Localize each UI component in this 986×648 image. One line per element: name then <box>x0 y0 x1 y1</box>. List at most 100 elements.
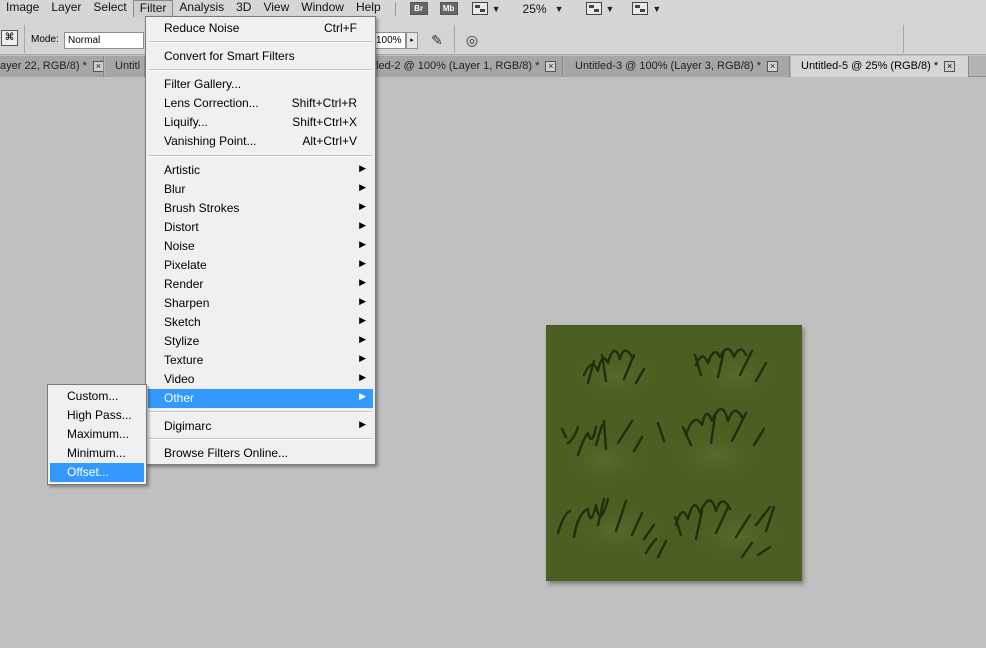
menu-item-label: Liquify... <box>164 115 208 129</box>
menu-item-label: Artistic <box>164 163 200 177</box>
tablet-pressure-icon[interactable]: ◎ <box>463 31 481 49</box>
mode-label: Mode: <box>31 34 59 45</box>
other-submenu: Custom... High Pass... Maximum... Minimu… <box>47 384 147 485</box>
menu-item-shortcut: Shift+Ctrl+R <box>291 96 357 110</box>
menu-item-label: Other <box>164 391 195 405</box>
menu-view[interactable]: View <box>257 0 295 17</box>
menu-item-sketch[interactable]: Sketch ▶ <box>148 313 373 332</box>
submenu-arrow-icon: ▶ <box>359 353 366 363</box>
divider <box>454 25 455 53</box>
menu-item-stylize[interactable]: Stylize ▶ <box>148 332 373 351</box>
menu-item-pixelate[interactable]: Pixelate ▶ <box>148 256 373 275</box>
close-icon[interactable]: × <box>944 60 956 72</box>
submenu-arrow-icon: ▶ <box>359 296 366 306</box>
tool-preset-icon[interactable]: ⌘ <box>1 30 18 46</box>
menu-item-vanishing-point[interactable]: Vanishing Point... Alt+Ctrl+V <box>148 132 373 151</box>
submenu-item-minimum[interactable]: Minimum... <box>50 444 144 463</box>
menu-item-label: Browse Filters Online... <box>164 446 289 460</box>
tab-document[interactable]: led-2 @ 100% (Layer 1, RGB/8) * × <box>376 56 563 77</box>
menu-item-label: Sketch <box>164 315 201 329</box>
menu-item-digimarc[interactable]: Digimarc ▶ <box>148 417 373 436</box>
tab-document[interactable]: Untitl <box>105 56 145 77</box>
submenu-arrow-icon: ▶ <box>359 182 366 192</box>
menu-item-lens-correction[interactable]: Lens Correction... Shift+Ctrl+R <box>148 94 373 113</box>
document-canvas[interactable] <box>546 325 802 581</box>
filter-menu: Reduce Noise Ctrl+F Convert for Smart Fi… <box>145 16 376 465</box>
mode-select[interactable]: Normal <box>64 32 144 49</box>
close-icon[interactable]: × <box>92 60 103 72</box>
submenu-item-offset[interactable]: Offset... <box>50 463 144 482</box>
menu-item-label: Stylize <box>164 334 200 348</box>
menu-separator <box>149 69 372 71</box>
menu-item-noise[interactable]: Noise ▶ <box>148 237 373 256</box>
menu-item-other[interactable]: Other ▶ <box>148 389 373 408</box>
chevron-down-icon[interactable]: ▼ <box>555 4 564 14</box>
menu-item-reduce-noise[interactable]: Reduce Noise Ctrl+F <box>148 19 373 38</box>
menu-item-label: Sharpen <box>164 296 210 310</box>
menu-item-browse-filters-online[interactable]: Browse Filters Online... <box>148 444 373 463</box>
menu-item-sharpen[interactable]: Sharpen ▶ <box>148 294 373 313</box>
submenu-arrow-icon: ▶ <box>359 419 366 429</box>
grass-texture-image <box>546 325 802 581</box>
menu-item-label: Minimum... <box>67 446 126 460</box>
menu-item-distort[interactable]: Distort ▶ <box>148 218 373 237</box>
menu-separator <box>149 41 372 43</box>
menu-analysis[interactable]: Analysis <box>173 0 230 17</box>
menu-item-label: Texture <box>164 353 204 367</box>
chevron-down-icon[interactable]: ▼ <box>652 4 661 14</box>
menu-bar: Image Layer Select Filter Analysis 3D Vi… <box>0 0 986 17</box>
tab-label: Untitled-3 @ 100% (Layer 3, RGB/8) * <box>575 60 762 72</box>
view-extras-icon[interactable] <box>471 2 488 15</box>
tab-document[interactable]: Untitled-3 @ 100% (Layer 3, RGB/8) * × <box>564 56 790 77</box>
menu-item-render[interactable]: Render ▶ <box>148 275 373 294</box>
menu-help[interactable]: Help <box>350 0 387 17</box>
bridge-button[interactable]: Br <box>409 2 428 15</box>
submenu-arrow-icon: ▶ <box>359 201 366 211</box>
flow-arrow-icon[interactable]: ▸ <box>406 32 418 49</box>
submenu-item-high-pass[interactable]: High Pass... <box>50 406 144 425</box>
screen-mode-icon[interactable] <box>632 2 649 15</box>
tab-document-active[interactable]: Untitled-5 @ 25% (RGB/8) * × <box>791 56 969 77</box>
tab-label: led-2 @ 100% (Layer 1, RGB/8) * <box>376 60 540 72</box>
menu-image[interactable]: Image <box>0 0 45 17</box>
menu-item-label: High Pass... <box>67 408 132 422</box>
menu-item-convert-smart-filters[interactable]: Convert for Smart Filters <box>148 47 373 66</box>
arrange-documents-icon[interactable] <box>585 2 602 15</box>
menu-item-label: Noise <box>164 239 195 253</box>
menu-item-video[interactable]: Video ▶ <box>148 370 373 389</box>
menu-3d[interactable]: 3D <box>230 0 257 17</box>
menu-window[interactable]: Window <box>295 0 350 17</box>
submenu-item-custom[interactable]: Custom... <box>50 387 144 406</box>
menu-item-label: Video <box>164 372 195 386</box>
menu-item-label: Distort <box>164 220 199 234</box>
menu-separator <box>149 438 372 440</box>
menu-item-filter-gallery[interactable]: Filter Gallery... <box>148 75 373 94</box>
menu-select[interactable]: Select <box>87 0 132 17</box>
menu-item-artistic[interactable]: Artistic ▶ <box>148 161 373 180</box>
menu-item-liquify[interactable]: Liquify... Shift+Ctrl+X <box>148 113 373 132</box>
submenu-arrow-icon: ▶ <box>359 258 366 268</box>
menu-layer[interactable]: Layer <box>45 0 87 17</box>
menu-item-brush-strokes[interactable]: Brush Strokes ▶ <box>148 199 373 218</box>
menu-separator <box>149 155 372 157</box>
mini-bridge-button[interactable]: Mb <box>439 2 458 15</box>
submenu-arrow-icon: ▶ <box>359 391 366 401</box>
tab-document[interactable]: ayer 22, RGB/8) * × <box>0 56 104 77</box>
menu-item-blur[interactable]: Blur ▶ <box>148 180 373 199</box>
chevron-down-icon[interactable]: ▼ <box>492 4 501 14</box>
submenu-arrow-icon: ▶ <box>359 277 366 287</box>
close-icon[interactable]: × <box>545 60 557 72</box>
submenu-item-maximum[interactable]: Maximum... <box>50 425 144 444</box>
submenu-arrow-icon: ▶ <box>359 372 366 382</box>
divider <box>903 25 904 53</box>
zoom-level[interactable]: 25% <box>523 2 547 16</box>
menu-filter[interactable]: Filter <box>132 0 174 17</box>
airbrush-icon[interactable]: ✎ <box>428 31 446 49</box>
chevron-down-icon[interactable]: ▼ <box>606 4 615 14</box>
menu-item-shortcut: Alt+Ctrl+V <box>302 134 357 148</box>
menu-item-label: Vanishing Point... <box>164 134 257 148</box>
close-icon[interactable]: × <box>767 60 779 72</box>
flow-input[interactable]: 100% <box>374 32 406 49</box>
menu-item-label: Convert for Smart Filters <box>164 49 295 63</box>
menu-item-texture[interactable]: Texture ▶ <box>148 351 373 370</box>
